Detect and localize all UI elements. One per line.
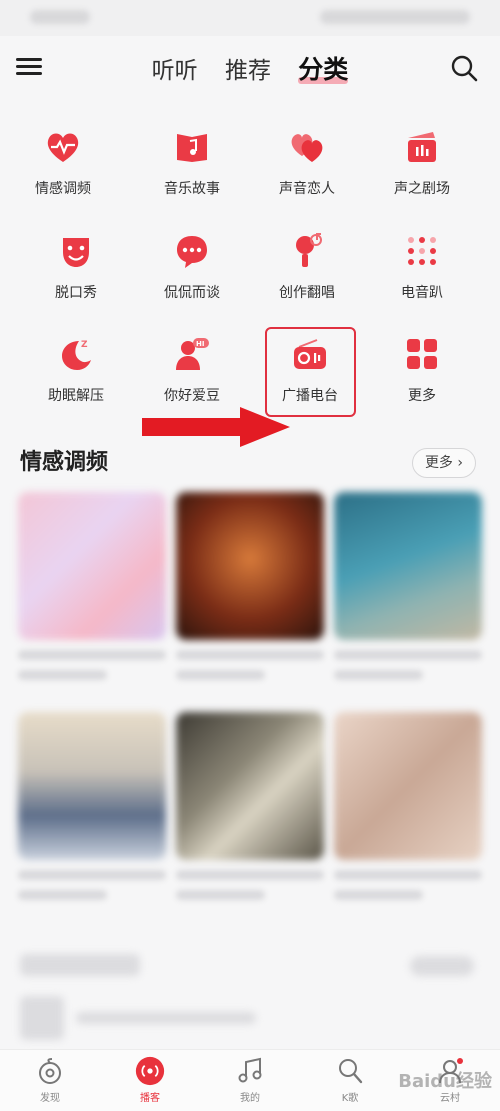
karaoke-icon [335,1056,365,1086]
content-card[interactable] [176,712,324,900]
podcast-icon [135,1056,165,1086]
category-item-music-story[interactable]: 音乐故事 [132,128,252,218]
content-card[interactable] [18,492,166,680]
moon-icon: Z [57,335,95,373]
content-card[interactable] [176,492,324,680]
category-item-emotion[interactable]: 情感调频 [3,128,123,218]
category-item-edm[interactable]: 电音趴 [362,232,482,322]
clapperboard-icon [403,128,441,166]
category-item-chat[interactable]: 侃侃而谈 [132,232,252,322]
card-cover [176,712,324,860]
card-cover [334,492,482,640]
tab-tingting[interactable]: 听听 [152,51,198,85]
category-label: 你好爱豆 [164,388,220,404]
discover-icon [35,1056,65,1086]
search-icon[interactable] [450,54,478,82]
svg-text:Z: Z [81,340,88,350]
list-item-thumb [20,996,64,1040]
nav-karaoke[interactable]: K歌 [320,1056,380,1104]
category-label: 脱口秀 [55,285,97,301]
category-item-sleep[interactable]: Z 助眠解压 [16,335,136,425]
category-item-talk-show[interactable]: 脱口秀 [16,232,136,322]
heart-pulse-icon [44,128,82,166]
more-label: 更多 [424,455,453,471]
category-label: 情感调频 [35,181,91,197]
card-cover [18,712,166,860]
card-cover [334,712,482,860]
tab-bar: 听听 推荐 分类 [0,50,500,86]
nav-label: 播客 [140,1093,160,1104]
highlight-box [265,327,356,417]
nav-podcast[interactable]: 播客 [120,1056,180,1104]
arrow-annotation [142,407,290,447]
double-heart-icon [288,128,326,166]
card-cover [18,492,166,640]
content-card[interactable] [18,712,166,900]
nav-label: 发现 [40,1093,60,1104]
microphone-icon [288,232,326,270]
content-card[interactable] [334,492,482,680]
nav-label: 我的 [240,1093,260,1104]
bottom-nav: 发现 播客 我的 K歌 云村 Baidu经验 [0,1049,500,1111]
category-label: 侃侃而谈 [164,285,220,301]
mask-icon [57,232,95,270]
dot-matrix-icon [403,232,441,270]
category-label: 声音恋人 [279,181,335,197]
more-button[interactable]: 更多 › [411,448,476,478]
card-cover [176,492,324,640]
category-label: 音乐故事 [164,181,220,197]
category-label: 声之剧场 [394,181,450,197]
category-label: 创作翻唱 [279,285,335,301]
section-title: 情感调频 [20,450,109,475]
content-card[interactable] [334,712,482,900]
section-header: 情感调频 更多 › [20,444,480,480]
category-item-voice-lover[interactable]: 声音恋人 [247,128,367,218]
category-label: 更多 [408,388,436,404]
nav-label: K歌 [341,1093,359,1104]
category-item-more[interactable]: 更多 [362,335,482,425]
tab-category[interactable]: 分类 [298,50,349,86]
category-item-cover[interactable]: 创作翻唱 [247,232,367,322]
chat-bubble-icon [173,232,211,270]
category-label: 助眠解压 [48,388,104,404]
idol-hi-icon: HI [173,335,211,373]
category-item-theater[interactable]: 声之剧场 [362,128,482,218]
watermark: Baidu经验 [398,1071,492,1092]
top-nav: 听听 推荐 分类 [0,40,500,96]
svg-text:HI: HI [196,340,204,348]
status-bar [0,0,500,36]
category-label: 电音趴 [401,285,443,301]
music-book-icon [173,128,211,166]
tab-recommend[interactable]: 推荐 [225,51,271,85]
nav-mine[interactable]: 我的 [220,1056,280,1104]
list-item-text [76,1012,256,1024]
music-note-icon [235,1056,265,1086]
next-section-more [410,956,474,976]
nav-discover[interactable]: 发现 [20,1056,80,1104]
next-section-title [20,954,140,976]
grid-icon [403,335,441,373]
